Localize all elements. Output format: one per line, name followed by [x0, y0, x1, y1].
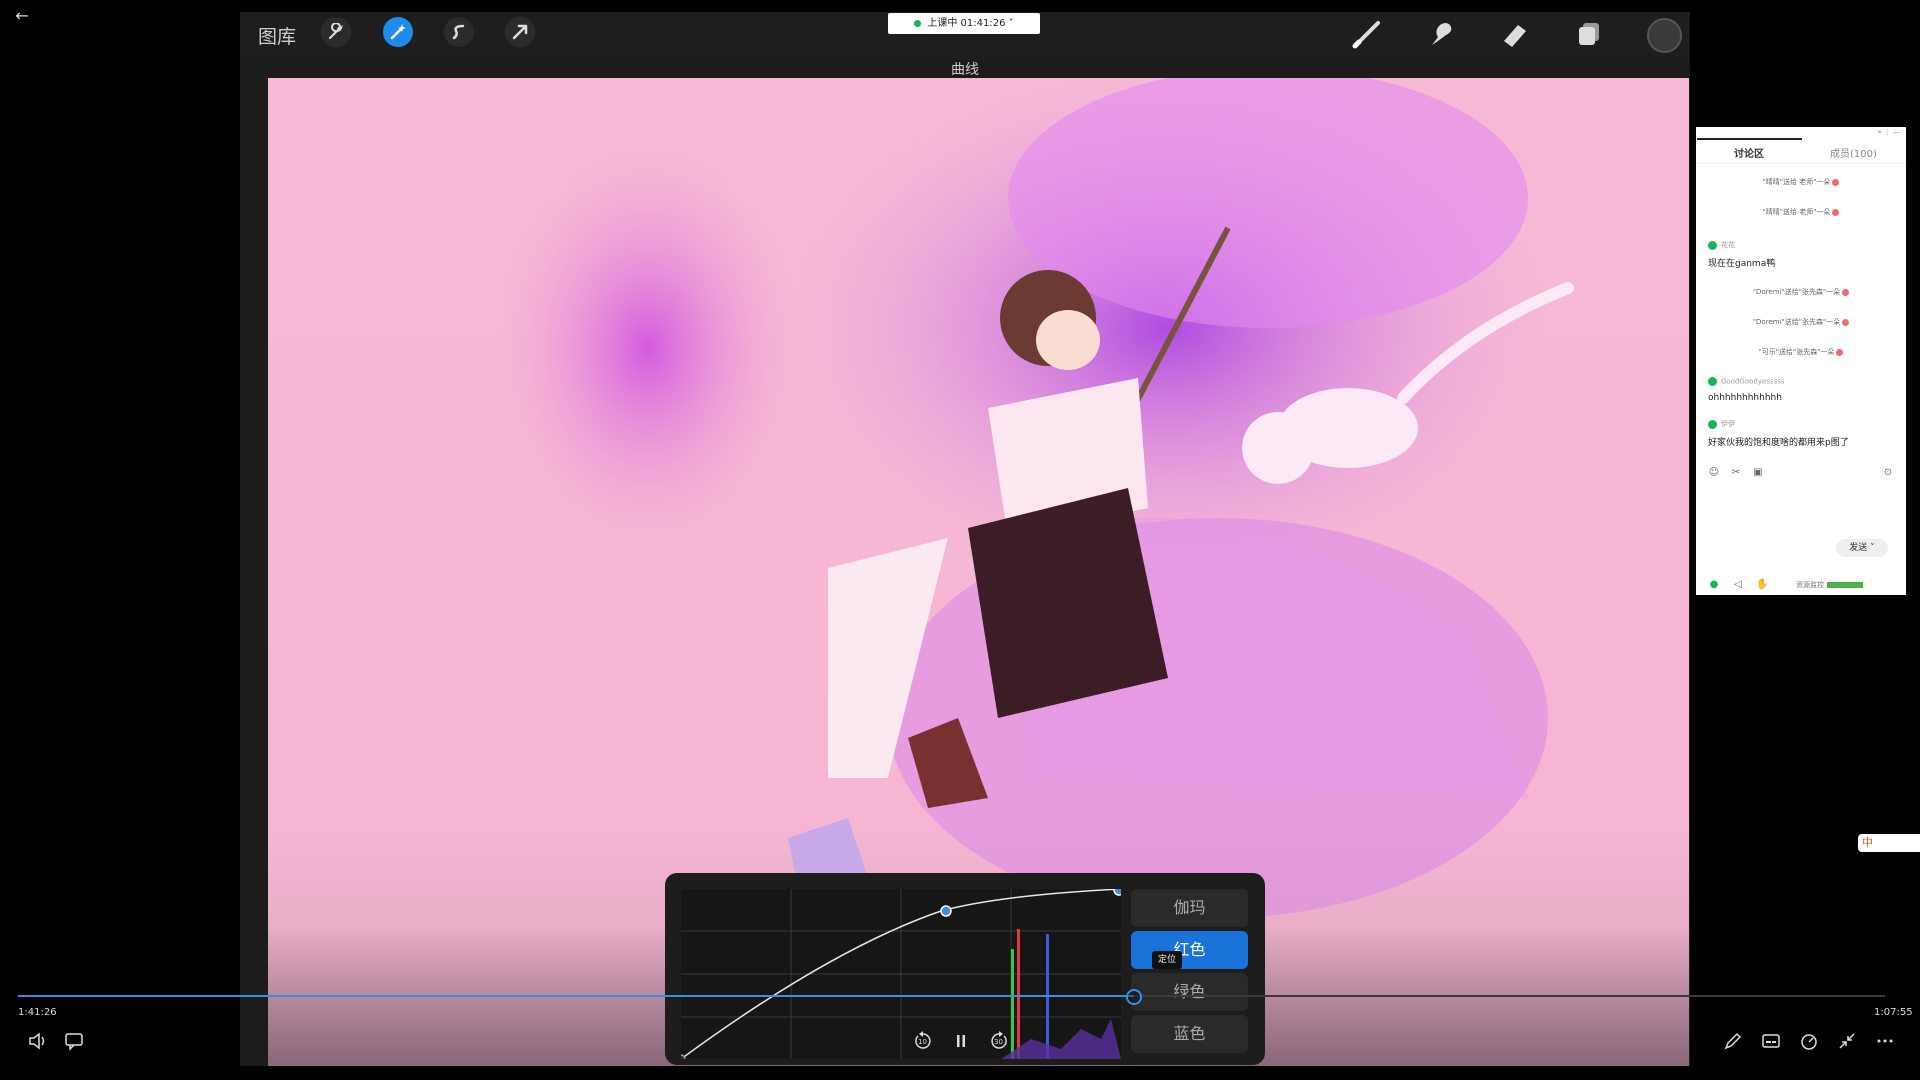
current-time: 1:41:26 [18, 1007, 57, 1018]
send-button[interactable]: 发送 ˅ [1836, 539, 1888, 557]
transform-arrow-icon[interactable] [505, 17, 535, 47]
resource-monitor-label: 资源监控 [1796, 581, 1824, 589]
gift-message-text: "晴晴"送给 老师"一朵 [1762, 208, 1831, 216]
flower-icon [1832, 208, 1840, 216]
class-status-pill[interactable]: 上课中 01:41:26 ˅ [888, 13, 1040, 34]
gift-message-text: "晴晴"送给 老师"一朵 [1762, 178, 1831, 186]
microphone-icon[interactable]: ● [1708, 579, 1720, 591]
chat-username: 伊伊 [1708, 419, 1735, 429]
speed-icon[interactable] [1798, 1030, 1820, 1052]
class-status-text: 上课中 01:41:26 [927, 18, 1006, 29]
ime-label: 中 [1862, 836, 1873, 849]
rewind-label: 10 [918, 1038, 927, 1046]
rewind-10-icon[interactable]: 10 [912, 1030, 934, 1052]
emoji-icon[interactable]: ☺ [1708, 467, 1720, 479]
chat-message-text: ohhhhhhhhhhhh [1708, 393, 1782, 403]
selection-s-icon[interactable] [444, 17, 474, 47]
flower-icon [1836, 348, 1844, 356]
chat-tabs: 讨论区 成员(100) [1696, 138, 1906, 164]
curve-point[interactable] [940, 905, 952, 917]
pen-icon[interactable] [1722, 1030, 1744, 1052]
magic-wand-icon[interactable] [383, 17, 413, 47]
gift-message-text: "可乐"送给"张先森"一朵 [1758, 348, 1835, 356]
more-icon[interactable] [1874, 1030, 1896, 1052]
channel-green-button[interactable]: 绿色 [1131, 973, 1248, 1011]
chat-window: ⌖ ⋮ — 讨论区 成员(100) "晴晴"送给 老师"一朵 "晴晴"送给 老师… [1696, 127, 1906, 595]
chat-message-text: 现在在ganma鸭 [1708, 259, 1776, 269]
gift-message: "晴晴"送给 老师"一朵 [1696, 207, 1906, 217]
gift-message-text: "Doremi"送给"张先森"一朵 [1752, 318, 1841, 326]
forward-30-icon[interactable]: 30 [988, 1030, 1010, 1052]
ime-indicator[interactable]: 中 [1858, 834, 1920, 852]
chat-username: 花花 [1708, 240, 1735, 250]
volume-icon[interactable] [27, 1030, 49, 1052]
chevron-down-icon: ˅ [1005, 18, 1014, 29]
subtitle-icon[interactable] [1760, 1030, 1782, 1052]
tab-members[interactable]: 成员(100) [1830, 145, 1877, 160]
danmaku-icon[interactable] [63, 1030, 85, 1052]
gift-message: "Doremi"送给"张先森"一朵 [1696, 317, 1906, 327]
progress-track[interactable] [18, 995, 1885, 997]
flower-icon [1842, 318, 1850, 326]
curve-graph[interactable] [681, 889, 1121, 1059]
resource-bar [1827, 582, 1863, 588]
channel-blue-button[interactable]: 蓝色 [1131, 1015, 1248, 1053]
channel-red-button[interactable]: 红色 [1131, 931, 1248, 969]
tab-indicator [1697, 138, 1802, 140]
live-dot-icon [914, 19, 922, 27]
panel-title: 曲线 [951, 62, 979, 78]
settings-icon[interactable]: ⊙ [1882, 467, 1894, 479]
back-arrow-icon[interactable]: ← [10, 4, 34, 28]
pause-icon[interactable] [950, 1030, 972, 1052]
scissors-icon[interactable]: ✂ [1730, 467, 1742, 479]
gallery-button[interactable]: 图库 [258, 22, 296, 49]
total-time: 1:07:55 [1874, 1007, 1913, 1018]
gift-message-text: "Doremi"送给"张先森"一朵 [1752, 288, 1841, 296]
flower-icon [1832, 178, 1840, 186]
channel-gamma-button[interactable]: 伽玛 [1131, 889, 1248, 927]
curve-point[interactable] [1113, 889, 1121, 896]
forward-label: 30 [994, 1038, 1003, 1046]
brush-icon[interactable] [1350, 17, 1384, 51]
hand-raise-icon[interactable]: ✋ [1756, 579, 1768, 591]
chat-username: GoodGoodyesssss [1708, 377, 1785, 386]
flower-icon [1842, 288, 1850, 296]
eraser-icon[interactable] [1498, 17, 1532, 51]
image-icon[interactable]: ▣ [1752, 467, 1764, 479]
wrench-icon[interactable] [321, 17, 351, 47]
locate-tooltip: 定位 [1152, 951, 1182, 969]
smudge-icon[interactable] [1424, 17, 1458, 51]
exit-fullscreen-icon[interactable] [1836, 1030, 1858, 1052]
send-label: 发送 [1849, 543, 1868, 553]
resource-monitor: 资源监控 [1796, 580, 1863, 590]
gift-message: "可乐"送给"张先森"一朵 [1696, 347, 1906, 357]
tab-discussion[interactable]: 讨论区 [1734, 145, 1764, 160]
gift-message: "Doremi"送给"张先森"一朵 [1696, 287, 1906, 297]
gift-message: "晴晴"送给 老师"一朵 [1696, 177, 1906, 187]
window-controls: ⌖ ⋮ — [1877, 128, 1900, 136]
progress-fill [18, 995, 1135, 997]
speaker-icon[interactable]: ◁ [1732, 579, 1744, 591]
color-picker-button[interactable] [1647, 18, 1682, 53]
layers-icon[interactable] [1572, 17, 1606, 51]
chat-message-text: 好家伙我的饱和度啥的都用来p图了 [1708, 438, 1849, 448]
